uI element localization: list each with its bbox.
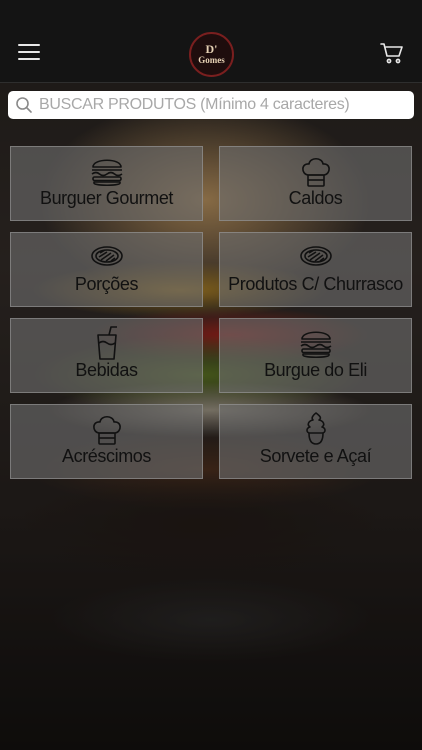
category-caldos[interactable]: Caldos: [219, 146, 412, 221]
category-porcoes[interactable]: Porções: [10, 232, 203, 307]
category-burgue-do-eli[interactable]: Burgue do Eli: [219, 318, 412, 393]
chef-hat-icon: [301, 157, 330, 187]
category-label: Acréscimos: [61, 446, 151, 466]
category-bebidas[interactable]: Bebidas: [10, 318, 203, 393]
category-acrescimos[interactable]: Acréscimos: [10, 404, 203, 479]
burger-icon: [300, 331, 331, 359]
app-header: D' Gomes: [0, 0, 422, 83]
search-icon: [16, 97, 32, 113]
category-label: Burguer Gourmet: [39, 188, 174, 208]
search-bar: [8, 91, 414, 119]
chef-hat-icon: [92, 415, 121, 445]
brand-logo: D' Gomes: [189, 32, 234, 77]
logo-line2: Gomes: [198, 55, 225, 65]
category-label: Bebidas: [75, 360, 138, 380]
cart-icon[interactable]: [380, 42, 404, 64]
category-produtos-churrasco[interactable]: Produtos C/ Churrasco: [219, 232, 412, 307]
hamburger-menu-icon[interactable]: [18, 44, 40, 62]
category-sorvete-acai[interactable]: Sorvete e Açaí: [219, 404, 412, 479]
drink-icon: [96, 326, 117, 360]
category-label: Porções: [74, 274, 139, 294]
steak-icon: [299, 246, 332, 266]
logo-line1: D': [205, 42, 218, 56]
search-input[interactable]: [39, 92, 409, 118]
category-label: Burgue do Eli: [264, 360, 367, 380]
ice-cream-icon: [305, 412, 326, 445]
category-label: Sorvete e Açaí: [259, 446, 372, 466]
category-label: Caldos: [288, 188, 343, 208]
steak-icon: [90, 246, 123, 266]
category-burguer-gourmet[interactable]: Burguer Gourmet: [10, 146, 203, 221]
category-label: Produtos C/ Churrasco: [228, 274, 403, 294]
burger-icon: [91, 159, 122, 187]
